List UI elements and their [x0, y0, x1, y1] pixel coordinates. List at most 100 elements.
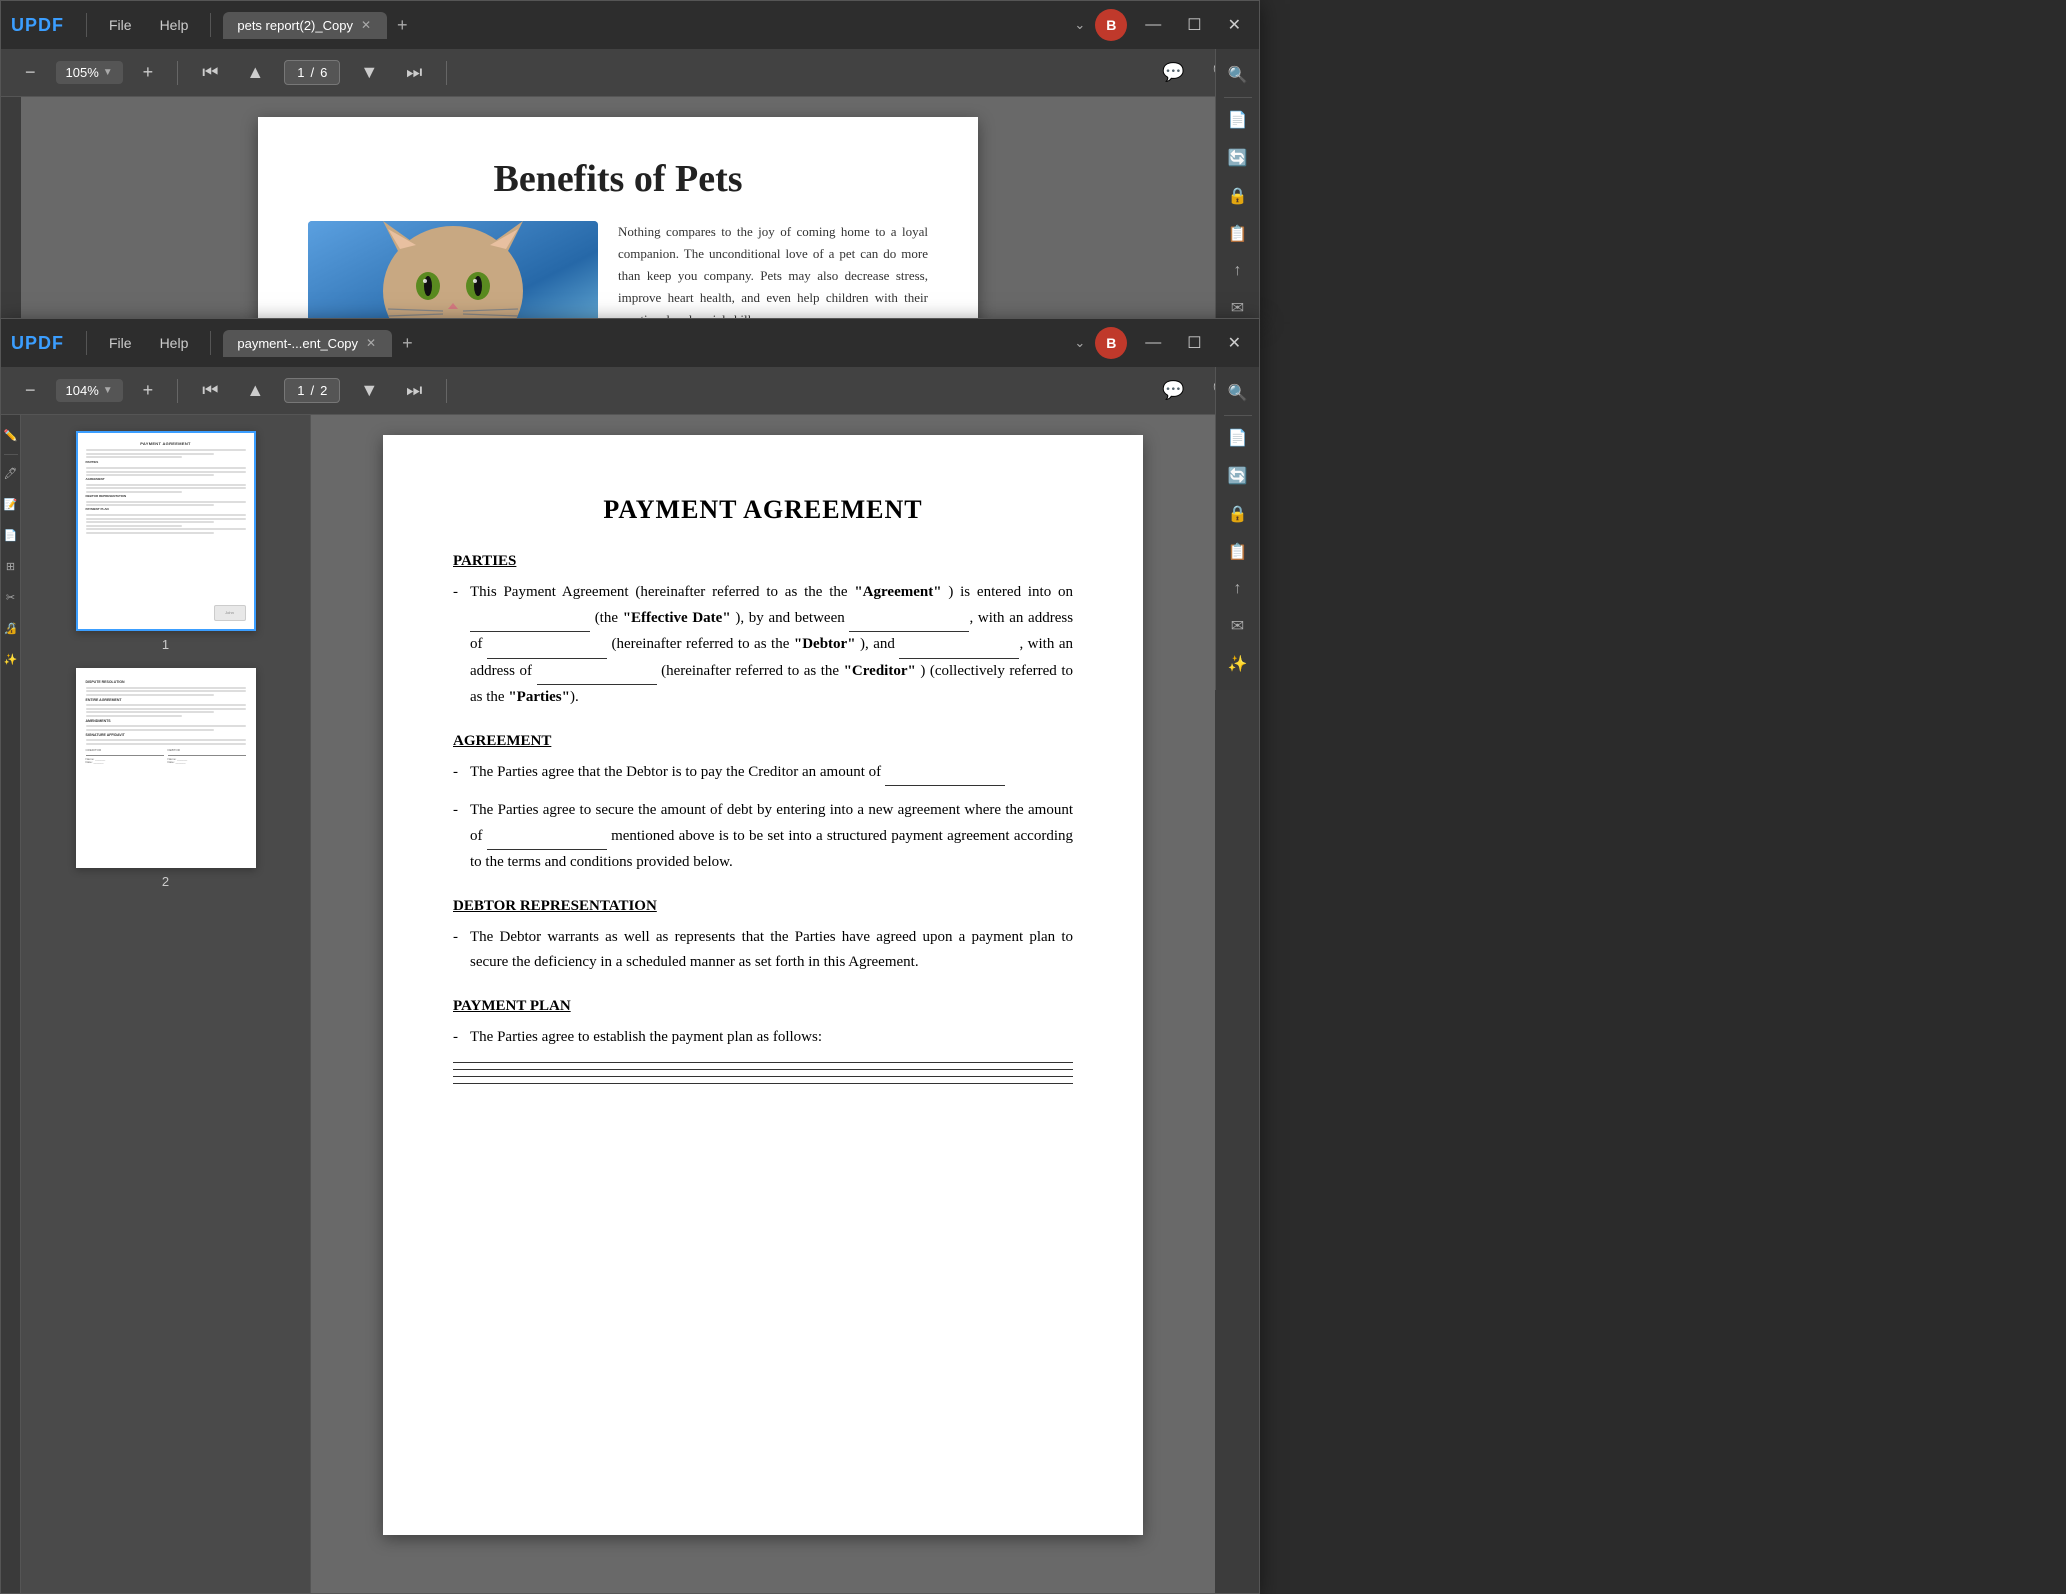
creditor-term: "Creditor"	[844, 663, 916, 679]
next-page-btn-bottom[interactable]: ▼	[352, 376, 386, 405]
bottom-left-sidebar-icons: ✏️ 🖊 📝 📄 ⊞ ✂ 🔏 ✨	[1, 415, 21, 1593]
tab-close-pets[interactable]: ✕	[359, 18, 373, 32]
zoom-dropdown-icon-bottom[interactable]: ▼	[103, 385, 113, 396]
menu-file-bottom[interactable]: File	[99, 331, 142, 355]
protect-icon-top[interactable]: 🔒	[1222, 180, 1254, 212]
organize-icon-top[interactable]: 📋	[1222, 218, 1254, 250]
comment-btn-top[interactable]: 💬	[1154, 58, 1192, 87]
sep2-top	[446, 61, 447, 85]
sidebar-icon-pen[interactable]: 🖊	[0, 461, 21, 486]
share-icon-bottom[interactable]: ↑	[1228, 574, 1248, 604]
top-titlebar: UPDF File Help pets report(2)_Copy ✕ + ⌄…	[1, 1, 1259, 49]
first-page-btn-top[interactable]: ⏮	[194, 58, 226, 87]
parties-term: "Parties"	[508, 689, 570, 705]
maximize-btn-top[interactable]: ☐	[1179, 11, 1209, 39]
convert-icon-bottom[interactable]: 🔄	[1222, 460, 1254, 492]
amount2-blank	[487, 824, 607, 851]
thumbnail-page-1[interactable]: PAYMENT AGREEMENT PARTIES AGREEMENT DEBT…	[76, 431, 256, 652]
top-window-controls: ⌄ B — ☐ ✕	[1074, 9, 1249, 41]
tabs-dropdown-bottom[interactable]: ⌄	[1074, 335, 1085, 351]
top-right-sidebar: 🔍 📄 🔄 🔒 📋 ↑ ✉	[1215, 49, 1259, 334]
page-total-bottom: 2	[320, 383, 327, 398]
bottom-right-sidebar: 🔍 📄 🔄 🔒 📋 ↑ ✉ ✨	[1215, 367, 1259, 690]
last-page-btn-top[interactable]: ⏭	[398, 58, 430, 87]
parties-paragraph: - This Payment Agreement (hereinafter re…	[453, 580, 1073, 711]
last-page-btn-bottom[interactable]: ⏭	[398, 376, 430, 405]
sidebar-icon-form[interactable]: 📝	[0, 492, 21, 517]
page-display-bottom[interactable]: 1 / 2	[284, 378, 340, 403]
ocr-icon-top[interactable]: 📄	[1222, 104, 1254, 136]
thumbnail-panel: PAYMENT AGREEMENT PARTIES AGREEMENT DEBT…	[21, 415, 311, 1593]
zoom-in-btn-bottom[interactable]: +	[135, 376, 162, 405]
protect-icon-bottom[interactable]: 🔒	[1222, 498, 1254, 530]
menu-help-bottom[interactable]: Help	[150, 331, 199, 355]
agreement-text1: The Parties agree that the Debtor is to …	[470, 760, 1005, 787]
payment-bullet: -	[453, 1025, 458, 1051]
page-sep-bottom: /	[310, 383, 314, 398]
share-icon-top[interactable]: ↑	[1228, 256, 1248, 286]
payment-title: PAYMENT AGREEMENT	[453, 495, 1073, 525]
debtor-rep-heading: DEBTOR REPRESENTATION	[453, 898, 1073, 915]
pets-content-row: Nothing compares to the joy of coming ho…	[308, 221, 928, 319]
payment-line-1	[453, 1062, 1073, 1063]
sidebar-icon-grid[interactable]: ⊞	[2, 554, 19, 579]
prev-page-btn-bottom[interactable]: ▲	[238, 376, 272, 405]
payment-plan-body: The Parties agree to establish the payme…	[470, 1025, 822, 1051]
effective-date-blank	[470, 606, 590, 633]
sidebar-icon-edit[interactable]: ✏️	[0, 423, 21, 448]
zoom-out-btn-top[interactable]: −	[17, 58, 44, 87]
maximize-btn-bottom[interactable]: ☐	[1179, 329, 1209, 357]
bottom-window-controls: ⌄ B — ☐ ✕	[1074, 327, 1249, 359]
thumbnail-page-2[interactable]: DISPUTE RESOLUTION ENTIRE AGREEMENT AMEN…	[76, 668, 256, 889]
search-icon-top-right[interactable]: 🔍	[1222, 59, 1254, 91]
bottom-toolbar: − 104% ▼ + ⏮ ▲ 1 / 2 ▼ ⏭ 💬 🔍	[1, 367, 1259, 415]
tab-pets-report[interactable]: pets report(2)_Copy ✕	[223, 12, 387, 39]
debtor-bullet: -	[453, 925, 458, 976]
prev-page-btn-top[interactable]: ▲	[238, 58, 272, 87]
menu-file-top[interactable]: File	[99, 13, 142, 37]
first-page-btn-bottom[interactable]: ⏮	[194, 376, 226, 405]
search-icon-bottom-right[interactable]: 🔍	[1222, 377, 1254, 409]
zoom-in-btn-top[interactable]: +	[135, 58, 162, 87]
menu-help-top[interactable]: Help	[150, 13, 199, 37]
sep1-bottom	[177, 379, 178, 403]
zoom-out-btn-bottom[interactable]: −	[17, 376, 44, 405]
next-page-btn-top[interactable]: ▼	[352, 58, 386, 87]
user-avatar-bottom[interactable]: B	[1095, 327, 1127, 359]
mail-icon-bottom[interactable]: ✉	[1225, 610, 1250, 642]
tab-close-payment[interactable]: ✕	[364, 336, 378, 350]
tab-add-bottom[interactable]: +	[394, 333, 421, 354]
comment-btn-bottom[interactable]: 💬	[1154, 376, 1192, 405]
agreement-heading: AGREEMENT	[453, 733, 1073, 750]
tabs-dropdown-top[interactable]: ⌄	[1074, 17, 1085, 33]
sidebar-icon-sign[interactable]: 🔏	[0, 616, 21, 641]
agreement-text2: The Parties agree to secure the amount o…	[470, 798, 1073, 876]
amount-blank	[885, 760, 1005, 787]
bullet2: -	[453, 798, 458, 876]
tab-add-top[interactable]: +	[389, 15, 416, 36]
pets-text: Nothing compares to the joy of coming ho…	[618, 221, 928, 319]
tab-payment[interactable]: payment-...ent_Copy ✕	[223, 330, 392, 357]
close-btn-top[interactable]: ✕	[1220, 11, 1249, 39]
thumb-frame-1: PAYMENT AGREEMENT PARTIES AGREEMENT DEBT…	[76, 431, 256, 631]
close-btn-bottom[interactable]: ✕	[1220, 329, 1249, 357]
agreement-bullet1: - The Parties agree that the Debtor is t…	[453, 760, 1073, 787]
tab-label-pets: pets report(2)_Copy	[237, 18, 353, 33]
ai-icon-bottom[interactable]: ✨	[1222, 648, 1254, 680]
sidebar-icon-ai[interactable]: ✨	[0, 647, 21, 672]
payment-pdf-page: PAYMENT AGREEMENT PARTIES - This Payment…	[383, 435, 1143, 1535]
organize-icon-bottom[interactable]: 📋	[1222, 536, 1254, 568]
tab-bar-bottom: payment-...ent_Copy ✕ +	[223, 330, 1066, 357]
convert-icon-top[interactable]: 🔄	[1222, 142, 1254, 174]
payment-line-4	[453, 1083, 1073, 1084]
user-avatar-top[interactable]: B	[1095, 9, 1127, 41]
ocr-icon-bottom[interactable]: 📄	[1222, 422, 1254, 454]
minimize-btn-bottom[interactable]: —	[1137, 330, 1169, 356]
party2-blank	[899, 632, 1019, 659]
zoom-dropdown-icon-top[interactable]: ▼	[103, 67, 113, 78]
page-display-top[interactable]: 1 / 6	[284, 60, 340, 85]
sidebar-icon-crop[interactable]: ✂	[2, 585, 19, 610]
tab-bar-top: pets report(2)_Copy ✕ +	[223, 12, 1066, 39]
sidebar-icon-pages[interactable]: 📄	[0, 523, 21, 548]
minimize-btn-top[interactable]: —	[1137, 12, 1169, 38]
